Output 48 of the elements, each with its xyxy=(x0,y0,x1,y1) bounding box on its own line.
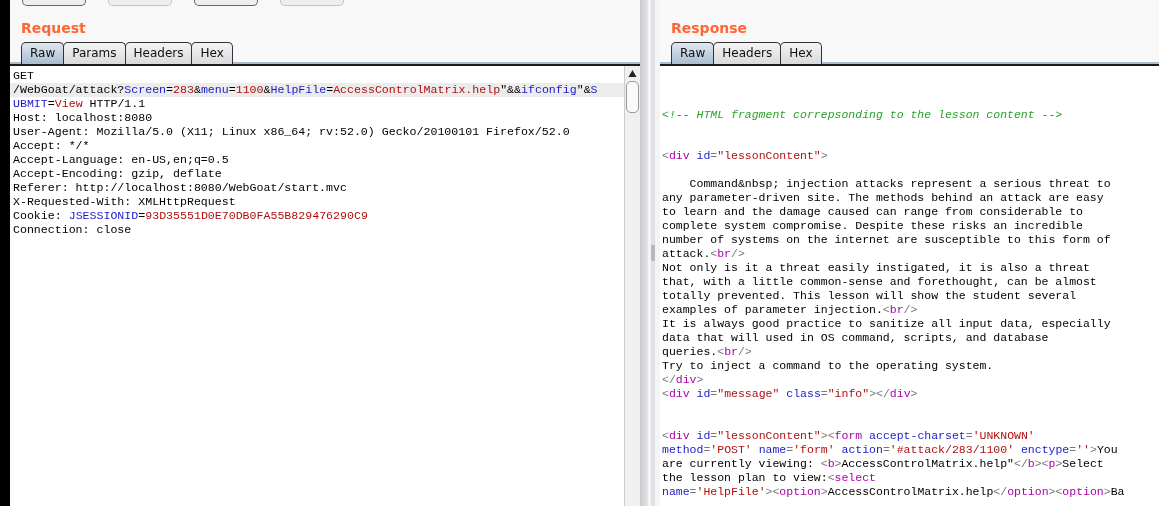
code-line: Accept-Language: en-US,en;q=0.5 xyxy=(12,153,230,167)
tab[interactable]: Params xyxy=(63,42,126,64)
tab[interactable]: Raw xyxy=(671,42,715,64)
code-line: method='POST' name='form' action='#attack/283/1100' enctype=''>You xyxy=(661,443,1119,457)
code-line: GET xyxy=(12,69,35,83)
tab[interactable]: Headers xyxy=(124,42,193,64)
code-line: Command&nbsp; injection attacks represent a serious threat to xyxy=(688,177,1112,191)
code-line: attack.<br/> xyxy=(661,247,746,261)
scrollbar[interactable] xyxy=(624,66,640,506)
code-line: totally prevented. This lesson will show the student several xyxy=(661,289,1078,303)
code-line: <!-- HTML fragment correpsonding to the lesson content --> xyxy=(661,108,1064,122)
code-line: Not only is it a threat easily instigated, it is also a threat xyxy=(661,261,1091,275)
arrow-up-icon[interactable] xyxy=(628,69,637,78)
tab[interactable]: Hex xyxy=(191,42,233,64)
code-line: <div id="lessonContent"><form accept-charset='UNKNOWN' xyxy=(661,429,1036,443)
code-line: Connection: close xyxy=(12,223,133,237)
code-line: any parameter-driven site. The methods behind an attack are easy xyxy=(661,191,1105,205)
code-line: It is always good practice to sanitize all input data, especially xyxy=(661,317,1112,331)
tab[interactable]: Headers xyxy=(713,42,782,64)
code-line: name='HelpFile'><option>AccessControlMatrix.help</option><option>Ba xyxy=(661,485,1126,499)
panel-title: Response xyxy=(670,19,749,38)
tab[interactable]: Hex xyxy=(780,42,822,64)
code-line: </div> xyxy=(661,373,705,387)
code-line: examples of parameter injection.<br/> xyxy=(661,303,919,317)
tab[interactable]: Raw xyxy=(21,42,65,64)
code-line: the lesson plan to view:<select xyxy=(661,471,877,485)
scrollbar-thumb[interactable] xyxy=(626,81,639,113)
code-line: Cookie: JSESSIONID=93D35551D0E70DB0FA55B829476290C9 xyxy=(12,209,369,223)
code-line: Try to inject a command to the operating system. xyxy=(661,359,995,373)
code-line: X-Requested-With: XMLHttpRequest xyxy=(12,195,237,209)
toolbar-button[interactable] xyxy=(194,0,258,6)
code-line: number of systems on the internet are susceptible to this form of xyxy=(661,233,1112,247)
code-line: complete system compromise. Despite these risks an incredible xyxy=(661,219,1084,233)
code-line: queries.<br/> xyxy=(661,345,753,359)
code-line: UBMIT=View HTTP/1.1 xyxy=(12,97,147,111)
code-line: data that will used in OS command, scripts, and database xyxy=(661,331,1050,345)
panel-title: Request xyxy=(20,19,87,38)
code-line: to learn and the damage caused can range from considerable to xyxy=(661,205,1084,219)
code-line: are currently viewing: <b>AccessControlMatrix.help"</b><p>Select xyxy=(661,457,1105,471)
code-line: Host: localhost:8080 xyxy=(12,111,154,125)
code-line: User-Agent: Mozilla/5.0 (X11; Linux x86_64; rv:52.0) Gecko/20100101 Firefox/52.0 xyxy=(12,125,571,139)
code-line: that, with a little common-sense and forethought, can be almost xyxy=(661,275,1098,289)
code-line: Accept: */* xyxy=(12,139,91,153)
toolbar-button[interactable] xyxy=(22,0,86,6)
code-line: Accept-Encoding: gzip, deflate xyxy=(12,167,223,181)
code-line: <div id="message" class="info"></div> xyxy=(661,387,919,401)
code-line: Referer: http://localhost:8080/WebGoat/start.mvc xyxy=(12,181,348,195)
code-line: <div id="lessonContent"> xyxy=(661,149,829,163)
